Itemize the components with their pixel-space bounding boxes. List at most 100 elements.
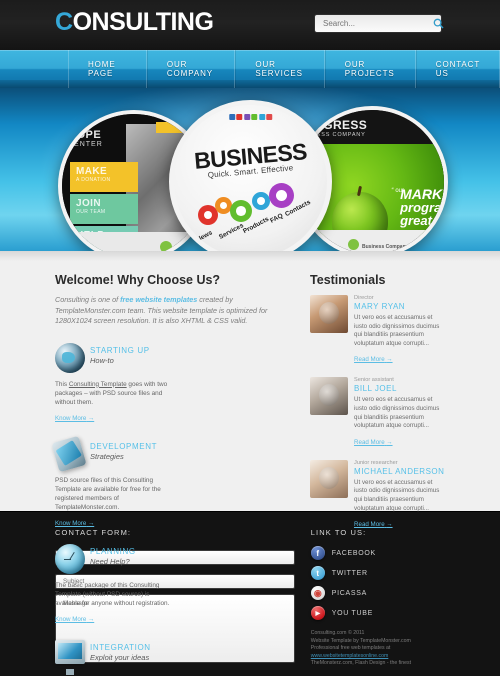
free-templates-link[interactable]: free website templates xyxy=(120,295,197,304)
social-link-facebook[interactable]: f FACEBOOK xyxy=(310,546,445,560)
know-more-link[interactable]: Know More → xyxy=(55,415,94,422)
testimonial-role: Junior researcher xyxy=(354,459,398,466)
avatar xyxy=(310,377,349,416)
social-label: PICASSA xyxy=(331,589,367,597)
nav-item-our-company[interactable]: OUR COMPANY xyxy=(146,50,236,88)
globe-icon xyxy=(55,342,85,373)
social-link-youtube[interactable]: ▶ YOU TUBE xyxy=(310,606,445,620)
social-label: FACEBOOK xyxy=(331,549,376,557)
feature-subtitle: Strategies xyxy=(90,451,124,461)
know-more-label: Know More xyxy=(55,615,87,623)
feature-titles: INTEGRATION Exploit your ideas xyxy=(90,640,151,662)
pro-link[interactable]: www.websitetemplatesonline.com xyxy=(311,653,389,659)
feature-title: DEVELOPMENT xyxy=(90,441,158,451)
clock-icon xyxy=(55,543,85,574)
slide-left-bar-make-label: MAKE xyxy=(76,166,108,177)
nav-item-contact-us[interactable]: CONTACT US xyxy=(415,50,500,88)
slide-left-footer xyxy=(62,232,206,251)
testimonial-name: MICHAEL ANDERSON xyxy=(354,466,445,476)
feature-titles: STARTING UP How-to xyxy=(90,343,150,365)
testimonial-text: Senior assistant BILL JOEL Ut vero eos e… xyxy=(354,377,445,448)
feature-subtitle: Exploit your ideas xyxy=(90,652,150,662)
logo-first-letter: C xyxy=(55,8,73,36)
testimonial-item: Junior researcher MICHAEL ANDERSON Ut ve… xyxy=(310,459,445,531)
gear-green-icon xyxy=(230,200,252,222)
slide-center[interactable]: BUSINESS Quick. Smart. Effective News Se… xyxy=(169,100,332,251)
site-logo[interactable]: CONSULTING xyxy=(55,8,214,37)
tablet-icon xyxy=(51,435,87,472)
know-more-link[interactable]: Know More → xyxy=(55,520,94,527)
main-content: Welcome! Why Choose Us? Consulting is on… xyxy=(0,251,500,664)
testimonial-body: Ut vero eos et accusamus et iusto odio d… xyxy=(354,396,440,430)
avatar xyxy=(310,295,349,333)
social-link-picassa[interactable]: ◉ PICASSA xyxy=(310,586,445,600)
feature-body-pre: This xyxy=(55,380,69,388)
main-navigation: HOME PAGE OUR COMPANY OUR SERVICES OUR P… xyxy=(0,50,500,88)
gear-blue-icon xyxy=(252,192,270,210)
link-to-us-column: LINK TO US: f FACEBOOK t TWITTER ◉ PICAS… xyxy=(310,528,445,676)
search-button[interactable] xyxy=(433,15,444,32)
testimonial-role: Senior assistant xyxy=(354,377,394,384)
know-more-label: Know More xyxy=(55,519,87,527)
testimonial-body: Ut vero eos et accusamus et iusto odio d… xyxy=(354,314,440,347)
credit-link: TemplateMonster.com xyxy=(360,637,411,644)
slide-left-badge xyxy=(160,241,172,251)
slide-center-menu-news[interactable]: News xyxy=(195,229,213,243)
nav-item-our-projects[interactable]: OUR PROJECTS xyxy=(324,50,416,88)
picasa-icon: ◉ xyxy=(310,586,325,600)
testimonial-item: Director MARY RYAN Ut vero eos et accusa… xyxy=(310,295,445,366)
testimonial-text: Junior researcher MICHAEL ANDERSON Ut ve… xyxy=(354,460,445,531)
consulting-template-link[interactable]: Consulting Template xyxy=(69,381,127,388)
feature-body: The basic package of this Consulting Tem… xyxy=(55,581,170,607)
copyright-line: Consulting.com © 2011 xyxy=(310,630,365,636)
feature-titles: PLANNING Need Help? xyxy=(90,544,136,566)
testimonial-name: BILL JOEL xyxy=(354,384,397,394)
feature-subtitle: How-to xyxy=(90,355,114,365)
facebook-icon: f xyxy=(310,546,325,560)
feature-body: This Consulting Template goes with two p… xyxy=(55,380,171,407)
feature-header: DEVELOPMENT Strategies xyxy=(51,435,171,473)
magnifier-icon xyxy=(433,18,444,29)
feature-planning: PLANNING Need Help? The basic package of… xyxy=(55,543,171,626)
search-box[interactable] xyxy=(314,14,444,33)
read-more-label: Read More xyxy=(354,438,385,446)
slide-left-tab xyxy=(156,122,188,133)
read-more-label: Read More xyxy=(354,356,385,364)
testimonial-body: Ut vero eos et accusamus et iusto odio d… xyxy=(354,478,440,512)
nav-item-home-page[interactable]: HOME PAGE xyxy=(68,50,147,88)
feature-header: PLANNING Need Help? xyxy=(55,543,171,578)
slide-left-bar-join-label: JOIN xyxy=(76,198,101,209)
nav-list: HOME PAGE OUR COMPANY OUR SERVICES OUR P… xyxy=(68,50,500,88)
slide-center-menu-services[interactable]: Services xyxy=(218,222,245,241)
testimonial-text: Director MARY RYAN Ut vero eos et accusa… xyxy=(354,295,445,366)
read-more-link[interactable]: Read More → xyxy=(354,356,393,363)
read-more-link[interactable]: Read More → xyxy=(354,521,393,528)
site-header: CONSULTING xyxy=(0,0,500,50)
read-more-label: Read More xyxy=(354,521,385,529)
read-more-link[interactable]: Read More → xyxy=(354,439,393,446)
feature-title: STARTING UP xyxy=(90,345,150,355)
testimonials-title: Testimonials xyxy=(310,273,386,287)
slide-center-menu-faq[interactable]: FAQ xyxy=(269,212,284,224)
extra-line: TheMonsterz.com, Flash Design - the fine… xyxy=(310,660,412,667)
feature-header: INTEGRATION Exploit your ideas xyxy=(55,639,171,674)
slide-left-subtitle: CENTER xyxy=(68,141,103,148)
testimonials-column: Testimonials Director MARY RYAN Ut vero … xyxy=(310,273,445,528)
social-label: YOU TUBE xyxy=(331,609,374,617)
social-link-twitter[interactable]: t TWITTER xyxy=(310,566,445,580)
features-grid: STARTING UP How-to This Consulting Templ… xyxy=(51,342,296,676)
slide-left-bar-join: JOIN OUR TEAM xyxy=(70,194,138,224)
know-more-link[interactable]: Know More → xyxy=(55,616,94,623)
feature-title: PLANNING xyxy=(90,546,136,556)
testimonial-item: Senior assistant BILL JOEL Ut vero eos e… xyxy=(310,377,445,448)
slide-left-bar-make: MAKE A DONATION xyxy=(70,162,138,192)
slide-right-badge xyxy=(348,239,359,250)
feature-integration: INTEGRATION Exploit your ideas This temp… xyxy=(55,639,171,676)
nav-item-our-services[interactable]: OUR SERVICES xyxy=(235,50,325,88)
hero-slider: HOPECENTER MAKEA DONATION JOINOUR TEAM H… xyxy=(0,88,500,251)
pro-text: Professional free web templates at xyxy=(310,645,391,652)
monitor-icon xyxy=(55,639,85,670)
feature-title: INTEGRATION xyxy=(90,642,151,652)
slide-left-title: HOPE CENTER xyxy=(68,130,103,150)
search-input[interactable] xyxy=(315,19,433,28)
